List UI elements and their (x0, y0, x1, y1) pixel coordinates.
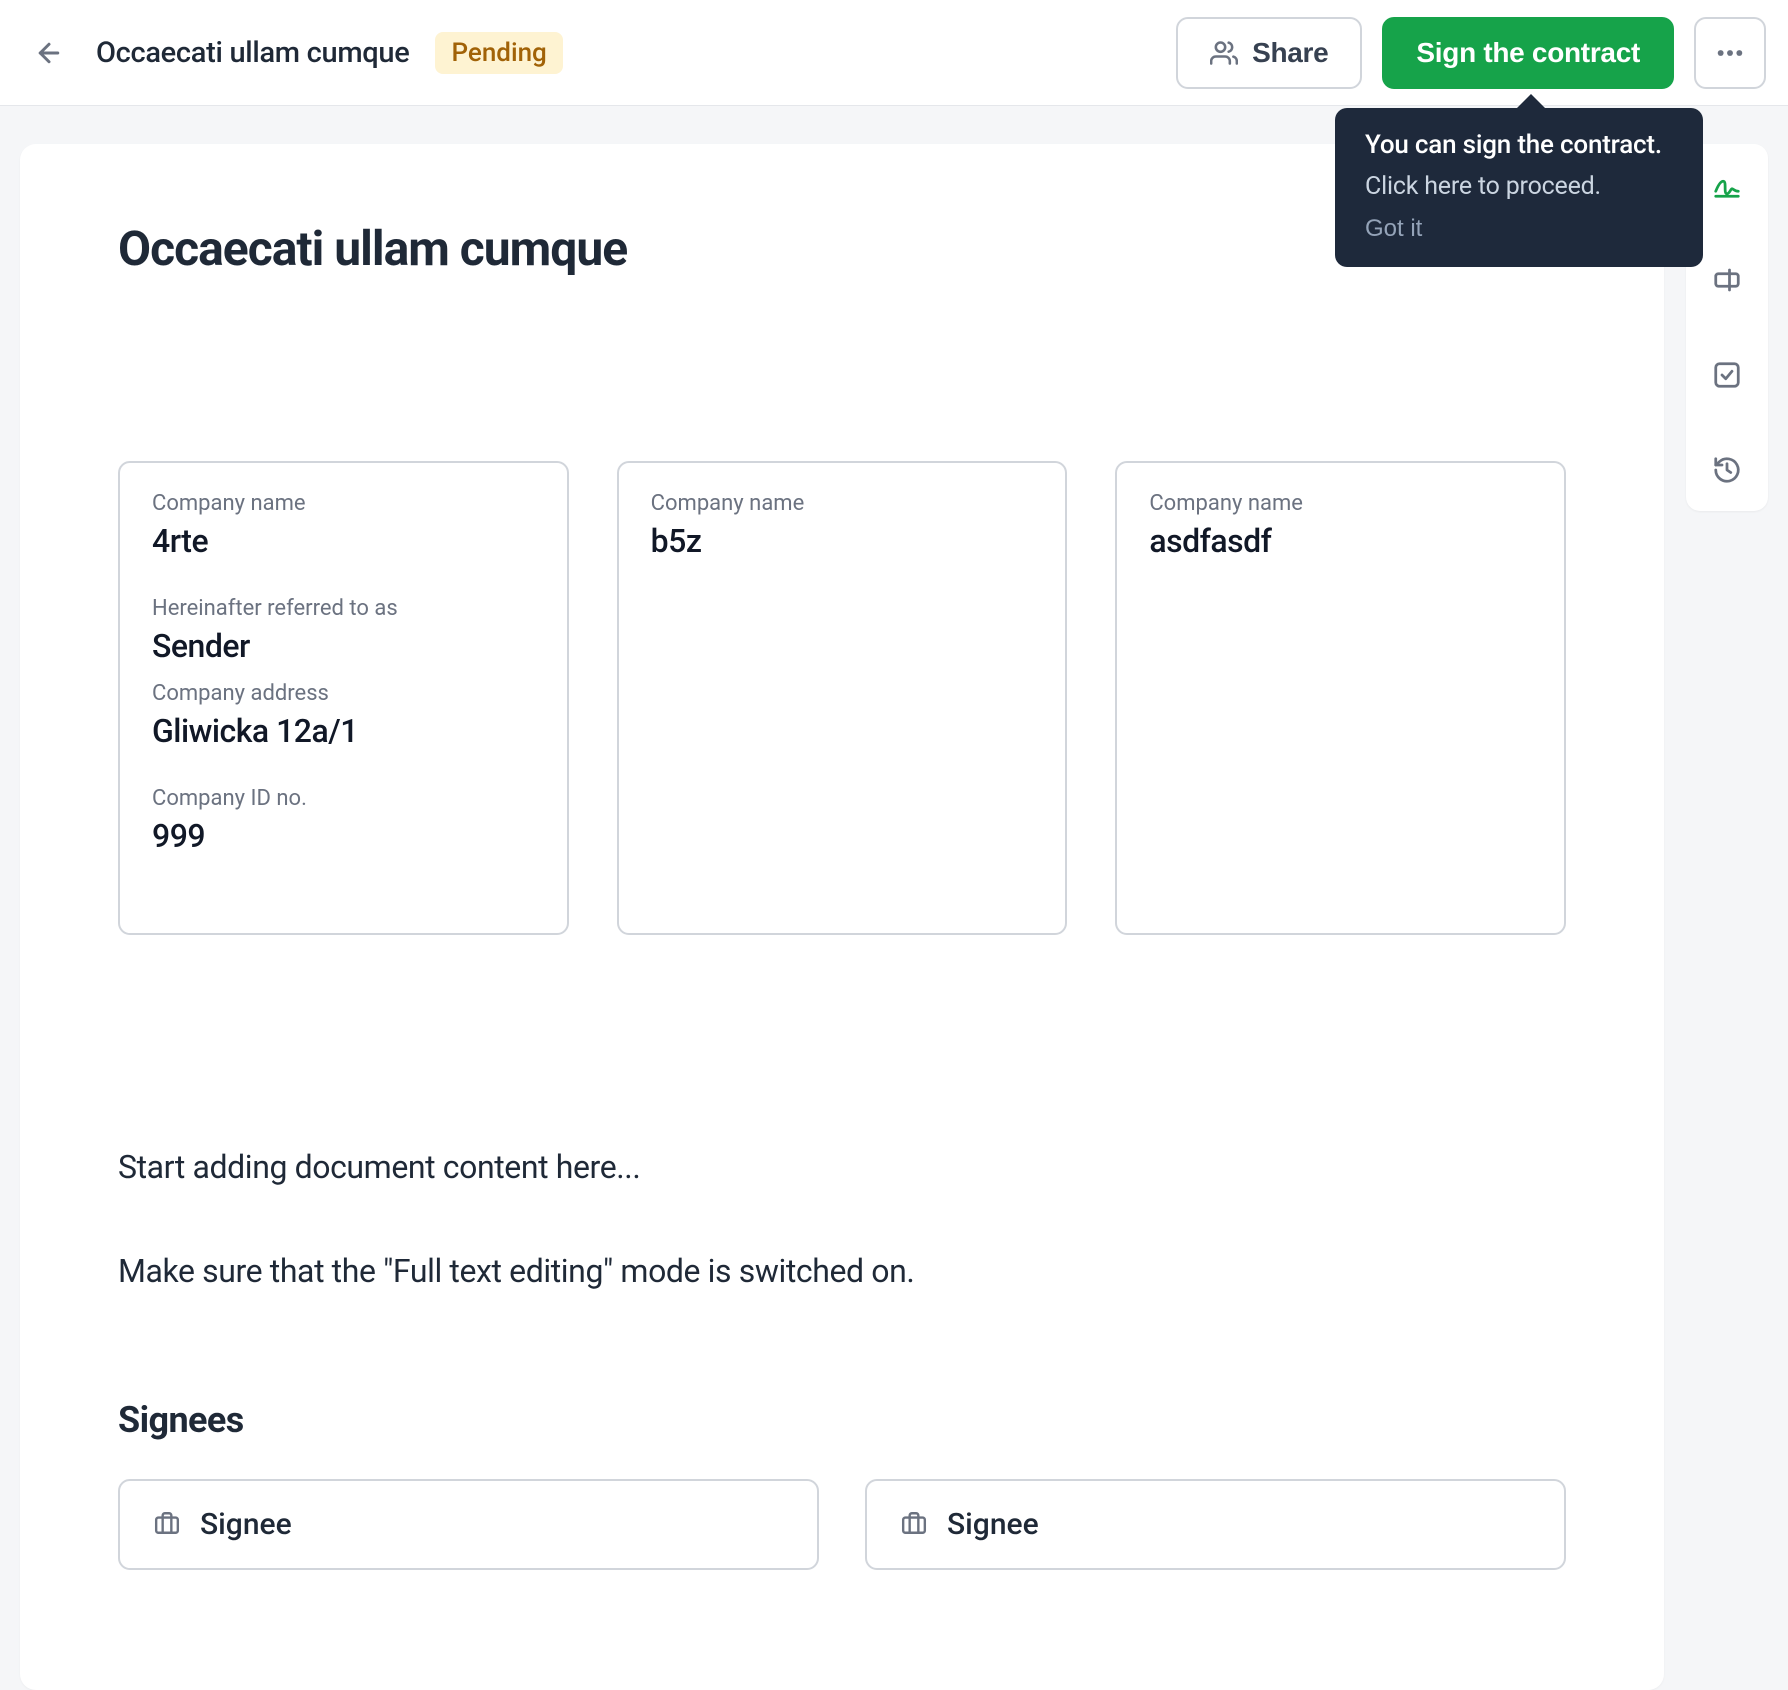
share-button-label: Share (1252, 37, 1328, 69)
company-name-value: 4rte (152, 522, 535, 560)
signee-label: Signee (947, 1507, 1039, 1542)
field-label: Company name (651, 491, 1034, 516)
text-cursor-icon (1712, 265, 1742, 295)
tooltip-heading: You can sign the contract. (1365, 130, 1673, 160)
fields-tool-button[interactable] (1700, 253, 1754, 307)
back-button[interactable] (22, 26, 76, 80)
company-card[interactable]: Company name asdfasdf (1115, 461, 1566, 935)
signees-heading: Signees (118, 1399, 1566, 1441)
companies-row: Company name 4rte Hereinafter referred t… (118, 461, 1566, 935)
briefcase-icon (901, 1510, 927, 1540)
company-id-value: 999 (152, 817, 535, 855)
page-wrapper: Occaecati ullam cumque Company name 4rte… (0, 106, 1788, 1690)
body-paragraph: Make sure that the "Full text editing" m… (118, 1243, 1566, 1299)
document-body[interactable]: Start adding document content here... Ma… (118, 1139, 1566, 1299)
company-address-value: Gliwicka 12a/1 (152, 712, 535, 750)
signee-card[interactable]: Signee (118, 1479, 819, 1570)
hereinafter-value: Sender (152, 627, 535, 665)
field-label: Company ID no. (152, 786, 535, 811)
field-label: Company address (152, 681, 535, 706)
company-card[interactable]: Company name 4rte Hereinafter referred t… (118, 461, 569, 935)
company-name-value: b5z (651, 522, 1034, 560)
users-icon (1210, 39, 1238, 67)
signee-card[interactable]: Signee (865, 1479, 1566, 1570)
share-button[interactable]: Share (1176, 17, 1362, 89)
field-label: Company name (152, 491, 535, 516)
signature-tool-button[interactable] (1700, 158, 1754, 212)
tooltip-subtext: Click here to proceed. (1365, 172, 1673, 201)
checkbox-tool-button[interactable] (1700, 348, 1754, 402)
sign-contract-button[interactable]: Sign the contract (1382, 17, 1674, 89)
body-paragraph: Start adding document content here... (118, 1139, 1566, 1195)
signees-row: Signee Signee (118, 1479, 1566, 1570)
history-icon (1712, 455, 1742, 485)
signee-label: Signee (200, 1507, 292, 1542)
document-page: Occaecati ullam cumque Company name 4rte… (20, 144, 1664, 1690)
sign-button-label: Sign the contract (1416, 37, 1640, 69)
more-options-button[interactable] (1694, 17, 1766, 89)
briefcase-icon (154, 1510, 180, 1540)
dots-horizontal-icon (1714, 37, 1746, 69)
tooltip-got-it-button[interactable]: Got it (1365, 215, 1422, 243)
signature-icon (1712, 170, 1742, 200)
status-badge: Pending (435, 32, 562, 74)
check-square-icon (1712, 360, 1742, 390)
history-tool-button[interactable] (1700, 443, 1754, 497)
company-card[interactable]: Company name b5z (617, 461, 1068, 935)
document-title: Occaecati ullam cumque (96, 36, 409, 70)
arrow-left-icon (34, 38, 64, 68)
header-bar: Occaecati ullam cumque Pending Share Sig… (0, 0, 1788, 106)
sign-tooltip: You can sign the contract. Click here to… (1335, 108, 1703, 267)
field-label: Hereinafter referred to as (152, 596, 535, 621)
field-label: Company name (1149, 491, 1532, 516)
company-name-value: asdfasdf (1149, 522, 1532, 560)
